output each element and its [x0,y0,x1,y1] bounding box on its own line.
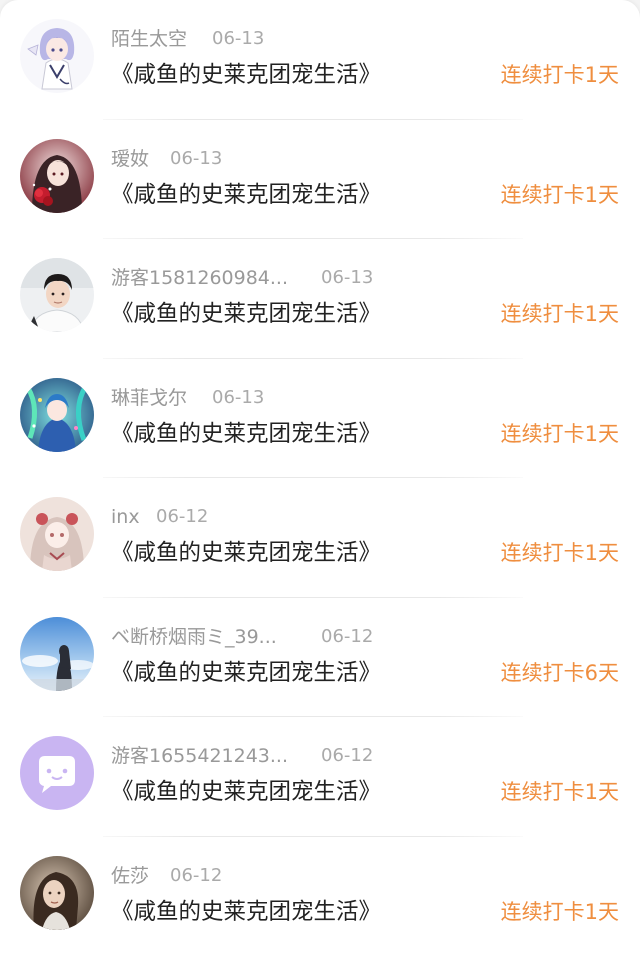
book-title[interactable]: 《咸鱼的史莱克团宠生活》 [111,655,381,691]
user-name[interactable]: 琳菲戈尔 [111,385,187,411]
streak-label: 连续打卡6天 [500,660,619,685]
book-title[interactable]: 《咸鱼的史莱克团宠生活》 [111,416,381,452]
checkin-date: 06-12 [321,625,374,647]
list-item[interactable]: 游客1655421243... 06-12 《咸鱼的史莱克团宠生活》 连续打卡1… [0,717,640,837]
book-title[interactable]: 《咸鱼的史莱克团宠生活》 [111,535,381,571]
user-name[interactable]: 陌生太空 [111,26,187,52]
list-item[interactable]: 佐莎 06-12 《咸鱼的史莱克团宠生活》 连续打卡1天 [0,837,640,957]
young-man-photo-avatar[interactable] [20,258,94,332]
anime-blue-girl-avatar[interactable] [20,377,94,452]
checkin-date: 06-13 [321,267,374,288]
list-item[interactable]: 琳菲戈尔 06-13 《咸鱼的史莱克团宠生活》 连续打卡1天 [0,359,640,478]
list-item[interactable]: ベ断桥烟雨ミ_39... 06-12 《咸鱼的史莱克团宠生活》 连续打卡6天 [0,598,640,717]
user-name[interactable]: 游客1655421243... [111,743,288,769]
checkin-date: 06-12 [156,506,209,527]
checkin-date: 06-13 [212,386,265,408]
checkin-list: 陌生太空 06-13 《咸鱼的史莱克团宠生活》 连续打卡1天 瑷奻 06-13 … [0,0,640,960]
anime-doll-avatar[interactable] [20,497,94,571]
streak-label: 连续打卡1天 [500,899,619,924]
sky-silhouette-avatar[interactable] [20,616,94,691]
list-item[interactable]: 瑷奻 06-13 《咸鱼的史莱克团宠生活》 连续打卡1天 [0,120,640,239]
checkin-date: 06-12 [170,864,223,886]
anime-girl-rose-avatar[interactable] [20,138,94,213]
streak-label: 连续打卡1天 [500,421,619,446]
checkin-date: 06-12 [321,745,374,766]
list-item[interactable]: inx 06-12 《咸鱼的史莱克团宠生活》 连续打卡1天 [0,478,640,598]
checkin-date: 06-13 [212,28,265,49]
portrait-photo-avatar[interactable] [20,855,94,930]
list-item[interactable]: 陌生太空 06-13 《咸鱼的史莱克团宠生活》 连续打卡1天 [0,0,640,120]
streak-label: 连续打卡1天 [500,780,619,804]
streak-label: 连续打卡1天 [500,302,619,326]
user-name[interactable]: ベ断桥烟雨ミ_39... [111,624,277,650]
user-name[interactable]: 游客1581260984... [111,265,288,291]
user-name[interactable]: inx [111,504,140,530]
streak-label: 连续打卡1天 [500,541,619,565]
checkin-date: 06-13 [170,147,223,169]
book-title[interactable]: 《咸鱼的史莱克团宠生活》 [111,177,381,213]
streak-label: 连续打卡1天 [500,63,619,87]
book-title[interactable]: 《咸鱼的史莱克团宠生活》 [111,774,381,810]
book-title[interactable]: 《咸鱼的史莱克团宠生活》 [111,57,381,93]
user-name[interactable]: 瑷奻 [111,146,149,172]
book-title[interactable]: 《咸鱼的史莱克团宠生活》 [111,296,381,332]
streak-label: 连续打卡1天 [500,182,619,207]
book-title[interactable]: 《咸鱼的史莱克团宠生活》 [111,894,381,930]
anime-girl-avatar[interactable] [20,19,94,93]
list-item[interactable]: 游客1581260984... 06-13 《咸鱼的史莱克团宠生活》 连续打卡1… [0,239,640,359]
user-name[interactable]: 佐莎 [111,863,149,889]
default-chat-avatar[interactable] [20,736,94,810]
